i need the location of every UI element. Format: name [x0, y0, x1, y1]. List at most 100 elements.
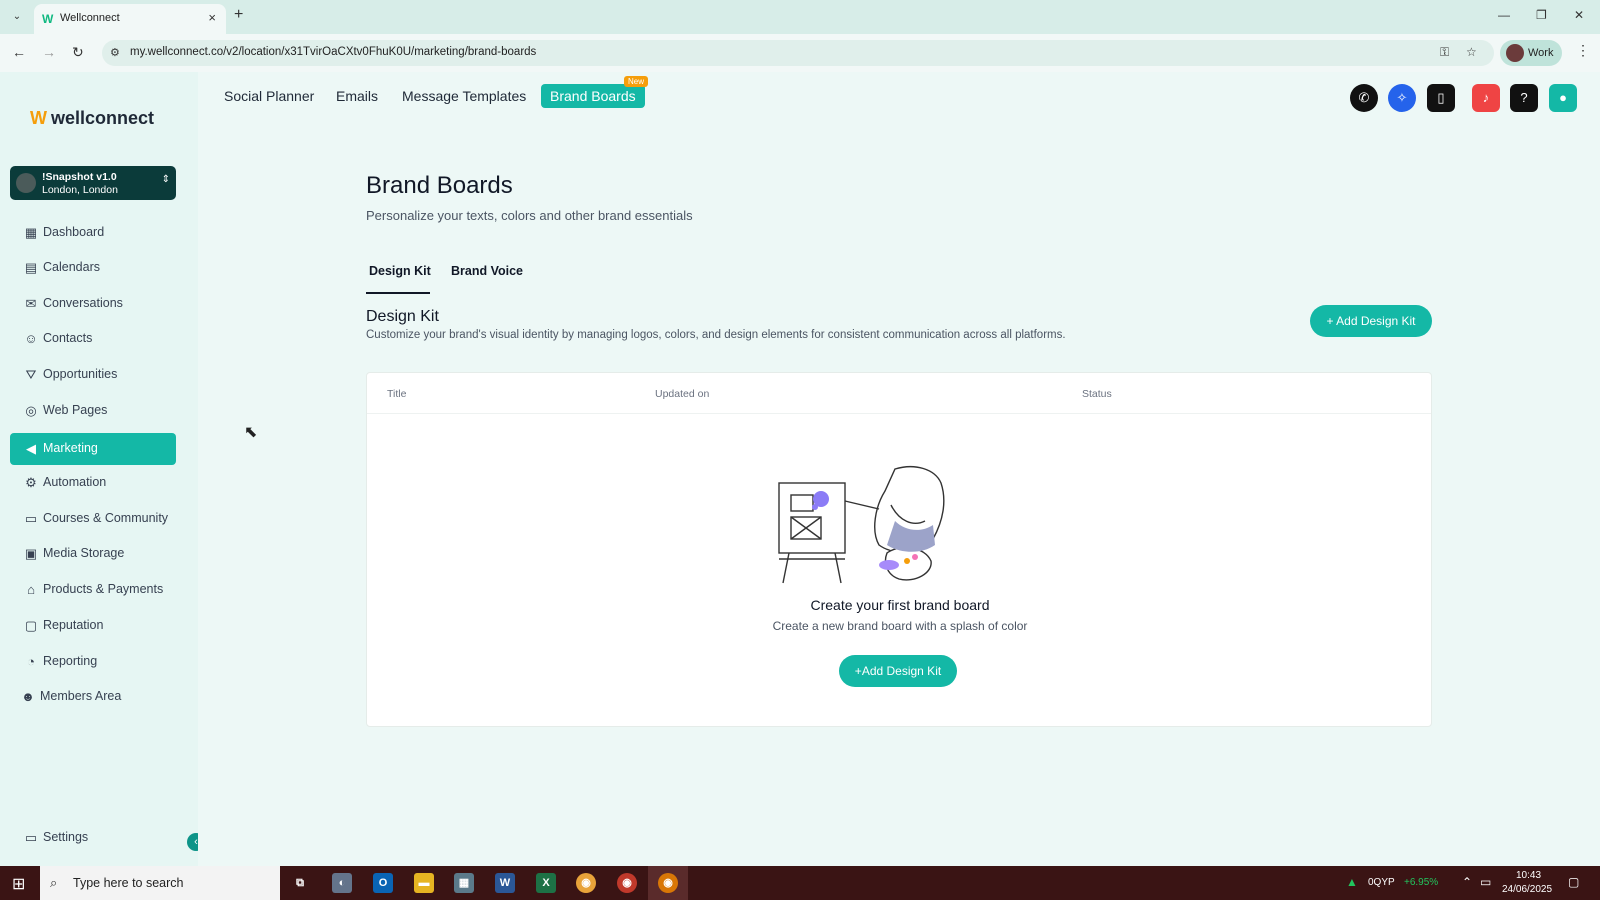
browser-tab[interactable]: W Wellconnect ×	[34, 4, 226, 34]
add-design-kit-button[interactable]: + Add Design Kit	[1310, 305, 1432, 337]
inbox-icon: ✉	[25, 296, 37, 311]
new-tab-icon[interactable]: +	[234, 6, 243, 24]
tab-brand-voice[interactable]: Brand Voice	[451, 264, 523, 278]
sidebar-item-contacts[interactable]: ☺ Contacts	[10, 323, 176, 355]
active-tab-indicator	[366, 292, 430, 294]
excel-icon[interactable]: X	[536, 873, 556, 893]
sidebar-item-opportunities[interactable]: ⛛ Opportunities	[10, 359, 176, 391]
reload-icon[interactable]: ↻	[72, 44, 84, 61]
sidebar-item-media-storage[interactable]: ▣ Media Storage	[10, 538, 176, 570]
phone-icon[interactable]: ✆	[1350, 84, 1378, 112]
forward-icon[interactable]: →	[42, 44, 56, 60]
url-text[interactable]: my.wellconnect.co/v2/location/x31TvirOaC…	[130, 46, 536, 58]
chrome-icon[interactable]: ◉	[576, 873, 596, 893]
stock-ticker[interactable]: 0QYP	[1368, 877, 1395, 888]
profile-name: Work	[1528, 47, 1554, 59]
review-icon: ▢	[24, 618, 38, 633]
bookmark-star-icon[interactable]: ☆	[1466, 45, 1477, 59]
password-key-icon[interactable]: ⚿	[1440, 45, 1449, 60]
user-icon: ☺	[24, 331, 38, 346]
sidebar-item-label: Courses & Community	[43, 511, 169, 525]
clock-time[interactable]: 10:43	[1516, 870, 1541, 881]
taskbar-search-placeholder: Type here to search	[73, 876, 184, 890]
network-icon[interactable]: ▭	[1480, 875, 1491, 889]
profile-button[interactable]: Work	[1500, 40, 1562, 66]
notification-bell-icon[interactable]: ♪	[1472, 84, 1500, 112]
sidebar-item-label: Contacts	[43, 331, 93, 345]
painter-illustration-icon	[778, 465, 945, 584]
chrome-profile-icon[interactable]: ◉	[617, 873, 637, 893]
header-divider	[367, 413, 1431, 414]
user-avatar[interactable]: ●	[1549, 84, 1577, 112]
tray-chevron-up-icon[interactable]: ⌃	[1462, 875, 1472, 889]
empty-state-subtitle: Create a new brand board with a splash o…	[772, 619, 1028, 633]
sidebar-item-label: Conversations	[43, 296, 123, 310]
column-header-status[interactable]: Status	[1082, 388, 1112, 400]
brand-name: wellconnect	[51, 108, 155, 128]
sidebar-item-automation[interactable]: ⚙ Automation	[10, 467, 176, 499]
topnav-brand-boards[interactable]: Brand Boards	[541, 84, 645, 108]
mouse-cursor-icon: ⬉	[244, 424, 258, 441]
file-explorer-icon[interactable]: ▬	[414, 873, 434, 893]
sidebar-item-label: Web Pages	[43, 403, 108, 417]
empty-add-design-kit-button[interactable]: +Add Design Kit	[839, 655, 957, 687]
help-icon[interactable]: ?	[1510, 84, 1538, 112]
sidebar-item-label: Reputation	[43, 618, 104, 632]
sidebar-item-label: Opportunities	[43, 367, 118, 381]
close-tab-icon[interactable]: ×	[208, 10, 216, 25]
users-icon: ☻	[21, 689, 35, 704]
brand-logo[interactable]: Wwellconnect	[30, 108, 154, 129]
tab-design-kit[interactable]: Design Kit	[369, 264, 431, 278]
filter-icon: ⛛	[25, 367, 37, 382]
announcement-icon[interactable]: ▯	[1427, 84, 1455, 112]
outlook-icon[interactable]: O	[373, 873, 393, 893]
tab-search-chevron-icon[interactable]: ⌄	[8, 8, 26, 26]
column-header-updated-on[interactable]: Updated on	[655, 388, 709, 400]
main-content: Social Planner Emails Message Templates …	[198, 72, 1600, 866]
browser-tab-strip: ⌄ W Wellconnect × + — ❐ ✕	[0, 0, 1600, 34]
minimize-icon[interactable]: —	[1498, 8, 1510, 22]
sidebar-item-reputation[interactable]: ▢ Reputation	[10, 610, 176, 642]
word-icon[interactable]: W	[495, 873, 515, 893]
topnav-emails[interactable]: Emails	[336, 84, 378, 108]
restore-icon[interactable]: ❐	[1536, 8, 1547, 22]
sidebar-item-label: Settings	[43, 830, 89, 844]
sidebar-item-label: Products & Payments	[43, 582, 164, 596]
sidebar-item-conversations[interactable]: ✉ Conversations	[10, 288, 176, 320]
location-switcher[interactable]: !Snapshot v1.0 London, London ⇕	[10, 166, 176, 200]
sidebar-item-marketing[interactable]: ◀ Marketing	[10, 433, 176, 465]
sidebar-item-dashboard[interactable]: ▦ Dashboard	[10, 217, 176, 249]
magic-wand-icon[interactable]: ✧	[1388, 84, 1416, 112]
sidebar-item-calendars[interactable]: ▤ Calendars	[10, 252, 176, 284]
sidebar-item-settings[interactable]: ▭ Settings	[10, 822, 176, 854]
sidebar-item-products-payments[interactable]: ⌂ Products & Payments	[10, 574, 176, 606]
window-close-icon[interactable]: ✕	[1574, 8, 1584, 22]
wellconnect-logo-icon: W	[30, 108, 47, 128]
notification-center-icon[interactable]: ▢	[1568, 875, 1579, 889]
topnav-message-templates[interactable]: Message Templates	[402, 84, 526, 108]
page-subtitle: Personalize your texts, colors and other…	[366, 208, 693, 223]
back-icon[interactable]: ←	[12, 44, 26, 60]
address-bar[interactable]: ⚙ my.wellconnect.co/v2/location/x31TvirO…	[102, 40, 1494, 66]
globe-icon: ◎	[25, 403, 37, 418]
browser-toolbar: ← → ↻ ⚙ my.wellconnect.co/v2/location/x3…	[0, 34, 1600, 72]
sidebar-item-reporting[interactable]: ◔ Reporting	[10, 646, 176, 678]
clock-date[interactable]: 24/06/2025	[1502, 884, 1552, 895]
search-icon: ⌕	[50, 875, 58, 890]
sidebar-item-web-pages[interactable]: ◎ Web Pages	[10, 395, 176, 427]
task-view-icon[interactable]: ⧉	[290, 873, 310, 893]
sidebar-item-courses-community[interactable]: ▭ Courses & Community	[10, 503, 176, 535]
location-city: London, London	[42, 184, 118, 196]
sidebar-item-members-area[interactable]: ☻ Members Area	[7, 681, 173, 713]
chrome-work-icon[interactable]: ◉	[658, 873, 678, 893]
calculator-icon[interactable]: ▦	[454, 873, 474, 893]
column-header-title[interactable]: Title	[387, 388, 406, 400]
taskbar-search[interactable]: ⌕ Type here to search	[40, 866, 280, 900]
app-icon[interactable]: ◐	[332, 873, 352, 893]
topnav-social-planner[interactable]: Social Planner	[224, 84, 314, 108]
site-info-icon[interactable]: ⚙	[110, 46, 120, 59]
windows-start-icon[interactable]: ⊞	[12, 874, 25, 894]
stock-trend-icon: ▲	[1346, 875, 1358, 889]
empty-state-title: Create your first brand board	[810, 597, 990, 613]
browser-menu-icon[interactable]: ⋮	[1576, 42, 1590, 59]
